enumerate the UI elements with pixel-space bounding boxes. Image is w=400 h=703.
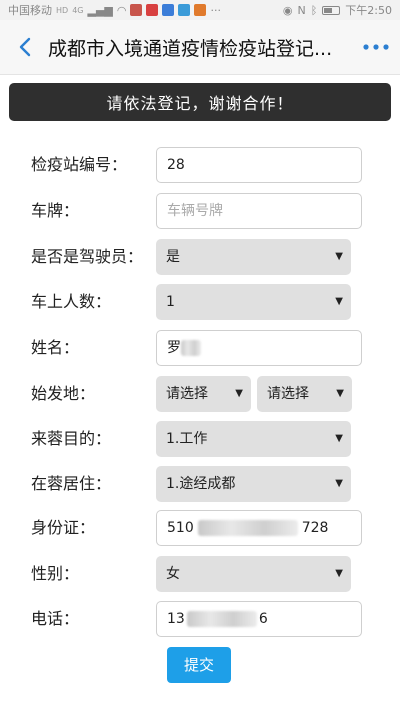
bluetooth-icon: ᛒ [310, 3, 318, 17]
redaction-blur [186, 611, 257, 627]
driver-value: 是 [166, 249, 180, 265]
driver-select[interactable]: 是 ▼ [156, 239, 351, 275]
clock: 下午2:50 [345, 4, 392, 17]
purpose-select[interactable]: 1.工作 ▼ [156, 421, 351, 457]
redaction-blur [181, 340, 201, 356]
row-passengers: 车上人数： 1 ▼ [0, 284, 400, 320]
purpose-label: 来蓉目的： [31, 429, 112, 448]
nfc-icon: N [297, 3, 306, 17]
origin-city-value: 请选择 [267, 386, 309, 402]
more-notifications-icon: ··· [210, 3, 221, 17]
phone-prefix: 13 [167, 611, 185, 627]
plate-input[interactable]: 车辆号牌 [156, 193, 362, 229]
idcard-suffix: 728 [301, 520, 329, 536]
gender-select[interactable]: 女 ▼ [156, 556, 351, 592]
more-menu-icon[interactable] [362, 37, 390, 57]
signal-icon: ▂▄▆ [87, 3, 113, 17]
redaction-blur [197, 520, 298, 536]
app-notification-icon [130, 4, 143, 16]
purpose-value: 1.工作 [166, 431, 208, 447]
driver-label: 是否是驾驶员： [31, 247, 144, 266]
origin-city-select[interactable]: 请选择 ▼ [257, 376, 352, 412]
origin-label: 始发地： [31, 384, 96, 403]
hd-indicator: HD [56, 5, 69, 15]
row-plate: 车牌： 车辆号牌 [0, 193, 400, 229]
plate-label: 车牌： [31, 201, 80, 220]
dropdown-arrow-icon: ▼ [335, 251, 343, 262]
residence-select[interactable]: 1.途经成都 ▼ [156, 466, 351, 502]
phone-input[interactable]: 13 6 [156, 601, 362, 637]
status-bar: 中国移动 HD 4G ▂▄▆ ◠ ··· ◉ N ᛒ 下午2:50 [0, 0, 400, 20]
idcard-prefix: 510 [167, 520, 194, 536]
idcard-input[interactable]: 510 728 [156, 510, 362, 546]
dropdown-arrow-icon: ▼ [335, 296, 343, 307]
name-value: 罗 [167, 340, 181, 356]
idcard-label: 身份证： [31, 518, 96, 537]
origin-province-value: 请选择 [166, 386, 208, 402]
nav-bar: 成都市入境通道疫情检疫站登记... [0, 20, 400, 75]
passengers-value: 1 [166, 294, 175, 310]
dropdown-arrow-icon: ▼ [235, 388, 243, 399]
passengers-select[interactable]: 1 ▼ [156, 284, 351, 320]
carrier-label: 中国移动 [8, 4, 52, 17]
gender-label: 性别： [31, 564, 80, 583]
station-label: 检疫站编号： [31, 155, 128, 174]
battery-icon [322, 5, 341, 15]
row-name: 姓名： 罗 [0, 330, 400, 366]
back-arrow-icon[interactable] [14, 36, 36, 58]
phone-label: 电话： [31, 609, 80, 628]
dropdown-arrow-icon: ▼ [335, 433, 343, 444]
origin-province-select[interactable]: 请选择 ▼ [156, 376, 251, 412]
dropdown-arrow-icon: ▼ [335, 568, 343, 579]
passengers-label: 车上人数： [31, 292, 112, 311]
row-origin: 始发地： 请选择 ▼ 请选择 ▼ [0, 376, 400, 412]
submit-button[interactable]: 提交 [167, 647, 231, 683]
dropdown-arrow-icon: ▼ [336, 388, 344, 399]
phone-suffix: 6 [258, 611, 268, 627]
row-driver: 是否是驾驶员： 是 ▼ [0, 239, 400, 275]
app-notification-icon [178, 4, 191, 16]
notice-banner: 请依法登记，谢谢合作！ [9, 83, 391, 121]
gender-value: 女 [166, 566, 180, 582]
dropdown-arrow-icon: ▼ [335, 478, 343, 489]
row-residence: 在蓉居住： 1.途经成都 ▼ [0, 466, 400, 502]
row-gender: 性别： 女 ▼ [0, 556, 400, 592]
name-input[interactable]: 罗 [156, 330, 362, 366]
name-label: 姓名： [31, 338, 80, 357]
residence-value: 1.途经成都 [166, 476, 236, 492]
eye-icon: ◉ [282, 3, 293, 17]
app-notification-icon [146, 4, 159, 16]
row-phone: 电话： 13 6 [0, 601, 400, 637]
row-idcard: 身份证： 510 728 [0, 510, 400, 546]
page-title: 成都市入境通道疫情检疫站登记... [48, 37, 333, 60]
signal-label: 4G [72, 5, 84, 15]
wifi-icon: ◠ [116, 3, 127, 17]
app-notification-icon [162, 4, 175, 16]
row-station: 检疫站编号： 28 [0, 147, 400, 183]
residence-label: 在蓉居住： [31, 474, 112, 493]
station-number-input[interactable]: 28 [156, 147, 362, 183]
app-notification-icon [194, 4, 207, 16]
row-purpose: 来蓉目的： 1.工作 ▼ [0, 421, 400, 457]
